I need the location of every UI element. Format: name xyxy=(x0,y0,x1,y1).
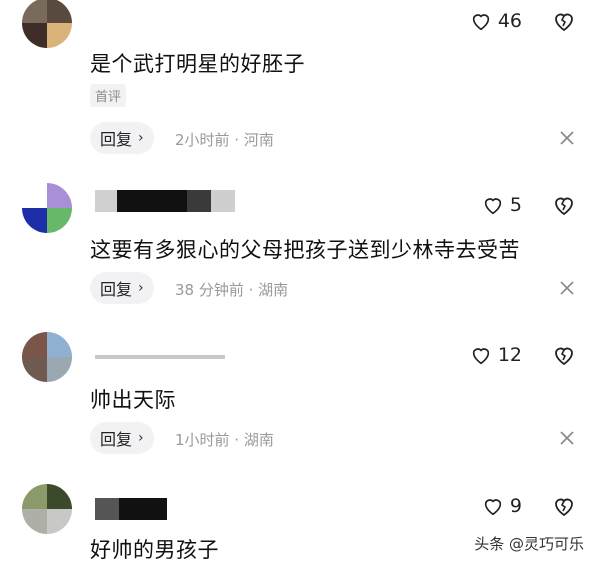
reply-label: 回复 xyxy=(100,430,133,449)
comment-text: 帅出天际 xyxy=(90,388,176,412)
chevron-right-icon: › xyxy=(138,280,144,296)
close-icon[interactable] xyxy=(558,129,576,147)
comment-meta: 38 分钟前 · 湖南 xyxy=(175,281,289,299)
like-button[interactable]: 5 xyxy=(482,194,522,216)
chevron-right-icon: › xyxy=(138,430,144,446)
comment-meta: 1小时前 · 湖南 xyxy=(175,431,274,449)
avatar-tile xyxy=(47,183,72,208)
avatar-tile xyxy=(47,509,72,534)
avatar[interactable] xyxy=(22,183,72,233)
reply-button[interactable]: 回复 › xyxy=(90,122,154,154)
reply-button[interactable]: 回复 › xyxy=(90,272,154,304)
heart-icon xyxy=(472,14,489,31)
avatar-tile xyxy=(22,357,47,382)
reply-button[interactable]: 回复 › xyxy=(90,422,154,454)
avatar-tile xyxy=(22,0,47,23)
close-icon[interactable] xyxy=(558,279,576,297)
username-redacted[interactable] xyxy=(95,355,225,361)
avatar-tile xyxy=(22,183,47,208)
comment-text: 是个武打明星的好胚子 xyxy=(90,52,305,76)
broken-heart-icon[interactable] xyxy=(552,9,576,33)
broken-heart-icon[interactable] xyxy=(552,343,576,367)
avatar-tile xyxy=(22,509,47,534)
like-count: 9 xyxy=(509,495,522,517)
chevron-right-icon: › xyxy=(138,130,144,146)
like-count: 12 xyxy=(497,344,522,366)
avatar-tile xyxy=(47,484,72,509)
broken-heart-icon[interactable] xyxy=(552,193,576,217)
like-count: 46 xyxy=(497,10,522,32)
like-count: 5 xyxy=(509,194,522,216)
like-button[interactable]: 12 xyxy=(470,344,522,366)
avatar[interactable] xyxy=(22,332,72,382)
comment-meta: 2小时前 · 河南 xyxy=(175,131,274,149)
heart-icon xyxy=(472,348,489,365)
username-redacted[interactable] xyxy=(95,190,235,212)
broken-heart-icon[interactable] xyxy=(552,494,576,518)
like-button[interactable]: 46 xyxy=(470,10,522,32)
avatar-tile xyxy=(22,332,47,357)
avatar-tile xyxy=(22,208,47,233)
avatar[interactable] xyxy=(22,484,72,534)
avatar-tile xyxy=(47,0,72,23)
comment-text: 好帅的男孩子 xyxy=(90,538,219,562)
avatar-tile xyxy=(47,23,72,48)
username-redacted[interactable] xyxy=(95,498,167,520)
avatar-tile xyxy=(22,23,47,48)
close-icon[interactable] xyxy=(558,429,576,447)
first-comment-tag: 首评 xyxy=(90,84,127,107)
avatar-tile xyxy=(22,484,47,509)
watermark: 头条 @灵巧可乐 xyxy=(474,533,584,554)
avatar-tile xyxy=(47,332,72,357)
reply-label: 回复 xyxy=(100,280,133,299)
like-button[interactable]: 9 xyxy=(482,495,522,517)
avatar[interactable] xyxy=(22,0,72,48)
reply-label: 回复 xyxy=(100,130,133,149)
heart-icon xyxy=(484,499,502,516)
comment-text: 这要有多狠心的父母把孩子送到少林寺去受苦 xyxy=(90,238,520,262)
avatar-tile xyxy=(47,357,72,382)
heart-icon xyxy=(484,198,502,215)
avatar-tile xyxy=(47,208,72,233)
